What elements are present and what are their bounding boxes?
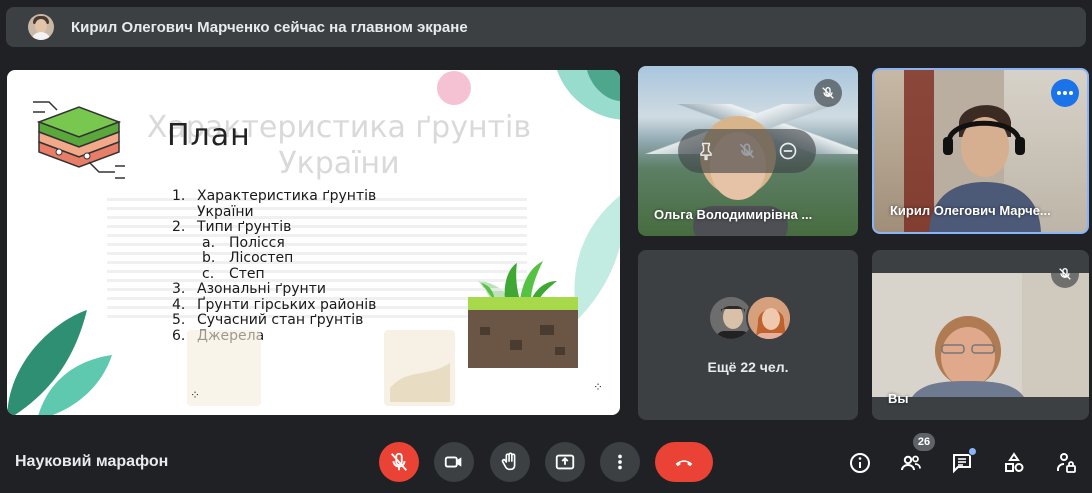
slide-decoration-dots: ⁘ — [190, 388, 201, 402]
present-screen-button[interactable] — [545, 442, 585, 482]
slide-decoration-dots: ⁘ — [593, 380, 604, 394]
host-controls-button[interactable] — [1052, 449, 1080, 477]
present-icon — [555, 454, 575, 470]
more-options-button[interactable] — [600, 442, 640, 482]
soil-block-grass-icon — [468, 261, 578, 368]
presenting-banner: Кирил Олегович Марченко сейчас на главно… — [6, 7, 1086, 47]
outline-item: 3. Азональні ґрунти — [172, 281, 326, 297]
chat-unread-dot — [968, 447, 977, 456]
outline-subitem: c. Степ — [202, 265, 265, 282]
more-participants-tile[interactable]: Ещё 22 чел. — [638, 250, 858, 420]
participants-button[interactable] — [897, 449, 925, 477]
activities-button[interactable] — [1000, 449, 1028, 477]
presenter-avatar — [28, 14, 54, 40]
outline-item: 5. Сучасний стан ґрунтів — [172, 312, 364, 328]
outline-item: України — [197, 203, 254, 220]
camera-toggle-button[interactable] — [434, 442, 474, 482]
leaf-decoration-icon — [7, 310, 112, 415]
participant-name: Ольга Володимирівна ... — [654, 207, 813, 222]
pin-icon[interactable] — [694, 139, 718, 163]
mic-off-icon — [1059, 267, 1071, 280]
participant-name: Кирил Олегович Марче... — [890, 203, 1051, 218]
outline-item: 4. Ґрунти гірських районів — [172, 296, 377, 313]
microphone-toggle-button[interactable] — [379, 442, 419, 482]
leave-call-button[interactable] — [655, 442, 713, 482]
outline-item: 2. Типи ґрунтів — [172, 219, 292, 235]
hand-icon — [501, 452, 516, 471]
soil-layers-icon — [33, 101, 125, 179]
hang-up-icon — [675, 460, 693, 467]
muted-indicator — [1051, 260, 1079, 288]
shared-screen-presentation: Характеристика ґрунтів України План 1. Ха… — [7, 70, 620, 415]
mic-off-icon — [822, 86, 834, 99]
tile-hover-controls — [678, 129, 816, 173]
slide-outline-list: 1. Характеристика ґрунтів України 2. Типи … — [172, 188, 377, 344]
more-options-button[interactable] — [1051, 79, 1079, 107]
muted-indicator — [814, 79, 842, 107]
mic-off-icon — [390, 452, 408, 471]
raise-hand-button[interactable] — [490, 442, 530, 482]
participant-name: Вы — [888, 391, 909, 406]
lock-person-icon — [1057, 453, 1076, 473]
outline-subitem: b. Лісостеп — [202, 250, 294, 266]
shapes-icon — [1005, 452, 1024, 472]
camera-icon — [444, 456, 462, 468]
leaf-decoration-icon — [437, 71, 471, 105]
info-icon — [850, 453, 870, 473]
self-view-tile[interactable]: Вы — [872, 250, 1089, 420]
more-vert-icon — [618, 454, 622, 470]
participant-tile-active-speaker[interactable]: Кирил Олегович Марче... — [872, 68, 1089, 234]
participant-avatar — [746, 295, 792, 341]
slide-title: План — [167, 118, 251, 153]
mute-participant-icon[interactable] — [735, 139, 759, 163]
outline-subitem: a. Полісся — [202, 234, 285, 251]
self-video — [872, 273, 1089, 397]
more-participants-count: Ещё 22 чел. — [707, 359, 789, 375]
participant-tile[interactable]: Ольга Володимирівна ... — [638, 66, 858, 236]
outline-item: 1. Характеристика ґрунтів — [172, 188, 377, 204]
meeting-details-button[interactable] — [846, 449, 874, 477]
participants-count-badge: 26 — [913, 433, 935, 451]
remove-participant-icon[interactable] — [776, 139, 800, 163]
meeting-title: Науковий марафон — [15, 453, 169, 470]
faded-card-icon — [384, 330, 455, 406]
people-icon — [901, 455, 921, 471]
presenting-banner-text: Кирил Олегович Марченко сейчас на главно… — [71, 18, 468, 36]
